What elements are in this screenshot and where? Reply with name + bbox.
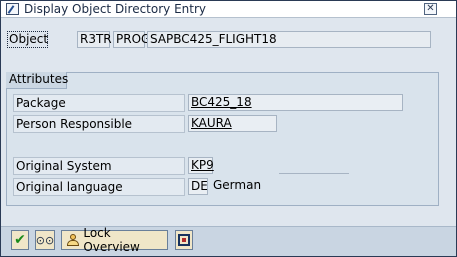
glasses-icon: ⊙⊙	[35, 233, 55, 247]
attributes-group-title: Attributes	[6, 72, 68, 89]
person-responsible-field[interactable]: KAURA	[188, 115, 277, 132]
close-icon: ✕	[426, 3, 435, 14]
lock-overview-icon	[66, 234, 79, 246]
object-type-field[interactable]: PROG	[113, 31, 150, 48]
person-responsible-label: Person Responsible	[13, 115, 185, 133]
object-name-field[interactable]: SAPBC425_FLIGHT18	[147, 31, 431, 48]
title-bar: Display Object Directory Entry ✕	[1, 1, 456, 18]
original-language-label: Original language	[13, 178, 185, 196]
confirm-button[interactable]: ✔	[11, 230, 29, 250]
dialog-window: Display Object Directory Entry ✕ Object …	[0, 0, 457, 257]
dialog-title: Display Object Directory Entry	[24, 2, 206, 16]
cancel-button[interactable]	[175, 230, 193, 250]
package-label: Package	[13, 94, 185, 112]
original-system-label: Original System	[13, 157, 185, 175]
lock-overview-button[interactable]: Lock Overview	[61, 226, 168, 254]
object-program-id-field[interactable]: R3TR	[77, 31, 112, 48]
original-system-extra-field[interactable]	[279, 157, 349, 174]
checkmark-icon: ✔	[14, 232, 26, 248]
close-button[interactable]: ✕	[424, 3, 437, 15]
original-system-field[interactable]: KP9	[188, 157, 214, 174]
original-language-text: German	[213, 178, 262, 192]
package-field[interactable]: BC425_18	[188, 94, 403, 111]
lock-overview-label: Lock Overview	[83, 226, 140, 254]
original-language-field[interactable]: DE	[188, 178, 208, 195]
cancel-icon	[178, 234, 190, 246]
edit-document-icon	[6, 3, 19, 15]
display-button[interactable]: ⊙⊙	[35, 230, 55, 250]
object-label[interactable]: Object	[7, 31, 48, 48]
